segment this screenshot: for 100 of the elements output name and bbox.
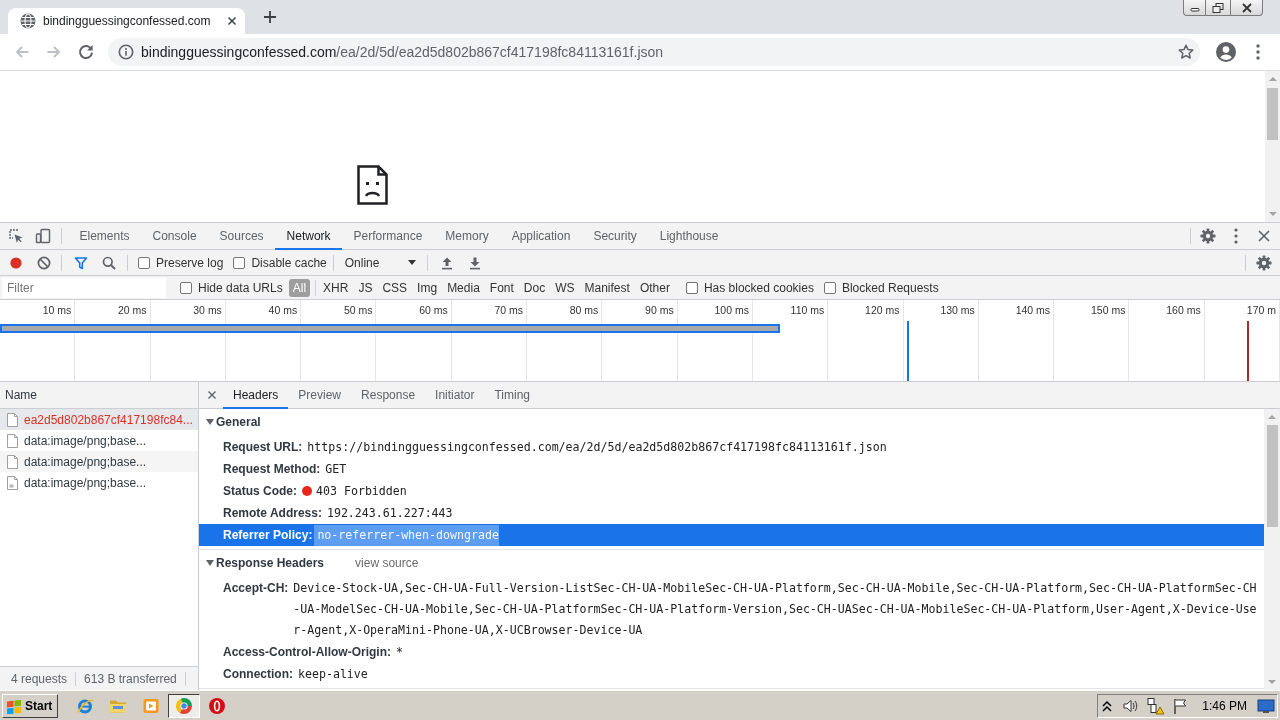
- tiled-flag-icon: [6, 697, 22, 714]
- details-tab[interactable]: Headers: [223, 382, 289, 409]
- swoosh-logo-icon: [76, 696, 95, 715]
- type-filter-button[interactable]: WS: [551, 278, 579, 297]
- browser-tab[interactable]: bindingguessingconfessed.com: [8, 8, 245, 34]
- clear-icon[interactable]: [37, 255, 51, 270]
- settings-icon[interactable]: [1200, 228, 1216, 244]
- checkbox-label[interactable]: Blocked Requests: [841, 280, 939, 295]
- column-header[interactable]: Name: [0, 382, 198, 409]
- record-icon[interactable]: [10, 256, 22, 269]
- details-tab[interactable]: Preview: [288, 382, 352, 409]
- type-filter-button[interactable]: Font: [485, 278, 518, 297]
- filter-field[interactable]: Filter: [2, 277, 166, 298]
- throttling-dropdown[interactable]: Online: [344, 255, 417, 270]
- type-filter-button[interactable]: JS: [354, 278, 377, 297]
- close-icon[interactable]: [1258, 230, 1270, 242]
- flag-icon[interactable]: [1172, 697, 1189, 714]
- devtools-tab[interactable]: Elements: [68, 223, 142, 250]
- account-icon[interactable]: [1216, 42, 1236, 62]
- checkbox[interactable]: [823, 281, 836, 294]
- close-icon[interactable]: [227, 16, 237, 26]
- search-icon[interactable]: [102, 255, 116, 270]
- details-tab[interactable]: Timing: [484, 382, 540, 409]
- info-icon[interactable]: [118, 44, 134, 60]
- header-name: Status Code:: [223, 482, 297, 500]
- devtools-tab[interactable]: Memory: [433, 223, 501, 250]
- tick-label: 80 ms: [569, 304, 599, 316]
- details-tab[interactable]: Initiator: [425, 382, 485, 409]
- restore-button[interactable]: [1206, 0, 1231, 16]
- devtools-tab[interactable]: Performance: [342, 223, 434, 250]
- checkbox[interactable]: [233, 256, 246, 269]
- header-value: https://bindingguessingconfessed.com/ea/2d/5d/ea2d5d802b867cf417198fc84113161f.json: [307, 438, 887, 456]
- scrollbar[interactable]: [1264, 409, 1280, 690]
- media-player-icon: [142, 696, 161, 715]
- upload-icon[interactable]: [440, 255, 455, 270]
- view-source-link[interactable]: view source: [355, 556, 419, 570]
- minimize-button[interactable]: [1183, 0, 1206, 16]
- checkbox-label[interactable]: Preserve log: [156, 255, 224, 270]
- device-icon[interactable]: [35, 228, 51, 244]
- header-name: Remote Address:: [223, 504, 322, 522]
- checkbox[interactable]: [685, 281, 698, 294]
- devtools-tab[interactable]: Application: [500, 223, 582, 250]
- devtools-tab[interactable]: Sources: [208, 223, 276, 250]
- bookmark-star-icon[interactable]: [1178, 44, 1194, 60]
- taskbar-button[interactable]: [168, 693, 201, 718]
- scrollbar[interactable]: [1265, 71, 1280, 222]
- devtools-tab[interactable]: Security: [581, 223, 649, 250]
- checkbox[interactable]: [180, 281, 192, 294]
- type-filter-button[interactable]: Media: [443, 278, 484, 297]
- section-header[interactable]: General: [199, 415, 261, 429]
- sad-document-icon: [357, 165, 388, 205]
- ring-logo-icon: [208, 696, 227, 715]
- request-row[interactable]: data:image/png;base...: [0, 472, 198, 493]
- close-button[interactable]: [1231, 0, 1263, 16]
- download-icon[interactable]: [468, 255, 483, 270]
- settings-icon[interactable]: [1256, 254, 1272, 271]
- section-header[interactable]: Response Headers: [199, 556, 325, 570]
- reload-icon[interactable]: [78, 44, 94, 60]
- show-desktop-icon[interactable]: [1257, 697, 1275, 714]
- plus-icon[interactable]: [263, 10, 277, 24]
- header-value: *: [396, 643, 403, 661]
- tick-label: 110 ms: [790, 304, 825, 316]
- network-warning-icon[interactable]: [1146, 696, 1165, 715]
- type-filter-button[interactable]: XHR: [319, 278, 353, 297]
- file-icon: [7, 433, 18, 448]
- speaker-icon[interactable]: [1122, 697, 1139, 714]
- chevron-up-icon[interactable]: [1102, 699, 1113, 712]
- type-filter-button[interactable]: Manifest: [580, 278, 634, 297]
- start-button[interactable]: Start: [2, 693, 59, 718]
- menu-icon[interactable]: [1256, 44, 1260, 60]
- devtools-tab[interactable]: Lighthouse: [648, 223, 730, 250]
- inspect-icon[interactable]: [8, 228, 24, 244]
- url-text: bindingguessingconfessed.com/ea/2d/5d/ea2d5d802b867cf417198fc84113161f.json: [141, 44, 664, 60]
- close-icon[interactable]: [207, 390, 217, 400]
- request-row[interactable]: ea2d5d802b867cf417198fc84...: [0, 409, 198, 430]
- address-bar[interactable]: bindingguessingconfessed.com/ea/2d/5d/ea2d5d802b867cf417198fc84113161f.json: [108, 38, 1200, 66]
- devtools-tab[interactable]: Console: [141, 223, 209, 250]
- more-icon[interactable]: [1234, 228, 1238, 244]
- details-tab[interactable]: Response: [351, 382, 426, 409]
- checkbox-label[interactable]: Has blocked cookies: [703, 280, 814, 295]
- file-icon: [7, 412, 18, 427]
- clock[interactable]: 1:46 PM: [1202, 698, 1247, 713]
- tick-label: 10 ms: [42, 304, 72, 316]
- type-filter-button[interactable]: CSS: [378, 278, 412, 297]
- filter-icon[interactable]: [74, 255, 88, 270]
- type-filter-button[interactable]: Doc: [519, 278, 550, 297]
- request-row[interactable]: data:image/png;base...: [0, 451, 198, 472]
- tick-label: 50 ms: [343, 304, 373, 316]
- marker-line: [906, 321, 909, 381]
- type-filter-button[interactable]: Img: [413, 278, 442, 297]
- header-value: 403 Forbidden: [316, 482, 407, 500]
- header-value: keep-alive: [298, 665, 368, 683]
- request-row[interactable]: data:image/png;base...: [0, 430, 198, 451]
- tick-label: 130 ms: [940, 304, 975, 316]
- tick-label: 90 ms: [645, 304, 674, 316]
- type-filter-button[interactable]: Other: [635, 278, 674, 297]
- checkbox[interactable]: [138, 256, 150, 269]
- checkbox-label[interactable]: Hide data URLs: [198, 280, 283, 295]
- checkbox-label[interactable]: Disable cache: [251, 255, 327, 270]
- file-icon: [7, 454, 18, 469]
